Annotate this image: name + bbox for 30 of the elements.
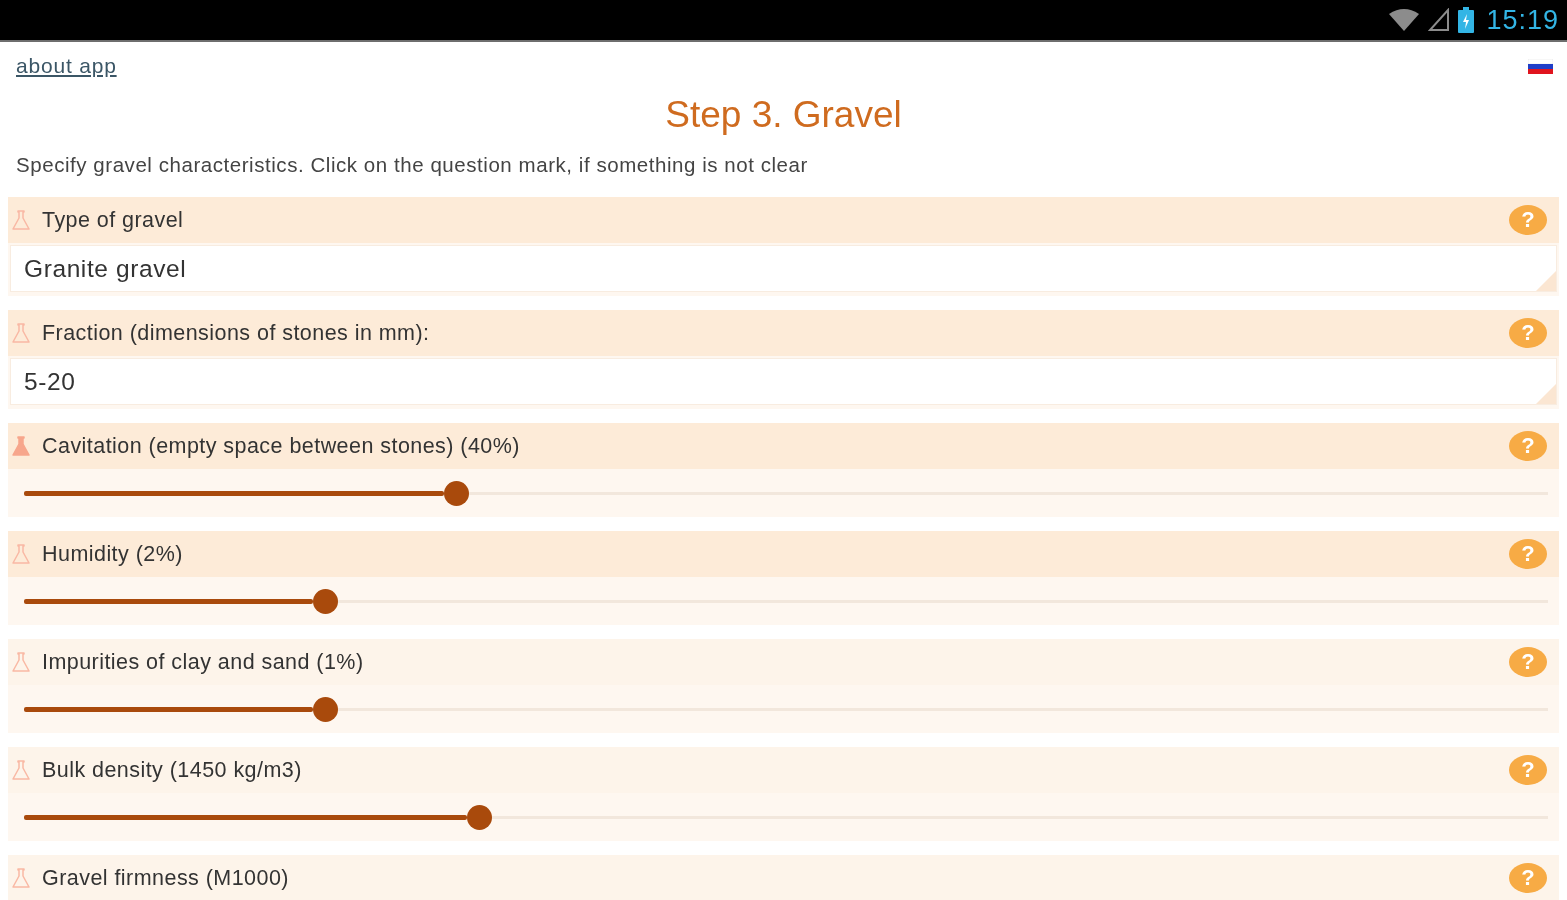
corner-triangle-icon bbox=[1536, 384, 1556, 404]
field-label: Humidity (2%) bbox=[42, 540, 184, 568]
instructions-text: Specify gravel characteristics. Click on the question mark, if something is not clear bbox=[15, 152, 809, 178]
help-button[interactable]: ? bbox=[1509, 205, 1547, 235]
clock-time: 15:19 bbox=[1486, 6, 1559, 34]
battery-icon bbox=[1458, 7, 1475, 33]
help-button[interactable]: ? bbox=[1509, 647, 1547, 677]
field-label: Cavitation (empty space between stones) (40%) bbox=[42, 432, 521, 460]
wifi-icon bbox=[1388, 8, 1421, 32]
about-app-link[interactable]: about app bbox=[16, 50, 117, 82]
help-button[interactable]: ? bbox=[1509, 318, 1547, 348]
slider-thumb[interactable] bbox=[313, 696, 339, 722]
flag-icon[interactable] bbox=[1528, 58, 1553, 74]
help-button[interactable]: ? bbox=[1509, 431, 1547, 461]
page-title: Step 3. Gravel bbox=[664, 93, 903, 137]
field-label: Fraction (dimensions of stones in mm): bbox=[42, 319, 431, 347]
signal-icon bbox=[1428, 8, 1451, 32]
slider-thumb[interactable] bbox=[313, 588, 339, 614]
help-button[interactable]: ? bbox=[1509, 863, 1547, 893]
corner-triangle-icon bbox=[1536, 271, 1556, 291]
slider-thumb[interactable] bbox=[467, 804, 493, 830]
input-field[interactable]: Granite gravel bbox=[10, 245, 1557, 292]
input-field[interactable]: 5-20 bbox=[10, 358, 1557, 405]
help-button[interactable]: ? bbox=[1509, 539, 1547, 569]
help-button[interactable]: ? bbox=[1509, 755, 1547, 785]
field-label: Gravel firmness (M1000) bbox=[42, 864, 290, 892]
slider-thumb[interactable] bbox=[444, 480, 470, 506]
field-label: Bulk density (1450 kg/m3) bbox=[42, 756, 303, 784]
field-label: Impurities of clay and sand (1%) bbox=[42, 648, 365, 676]
field-label: Type of gravel bbox=[42, 206, 185, 234]
